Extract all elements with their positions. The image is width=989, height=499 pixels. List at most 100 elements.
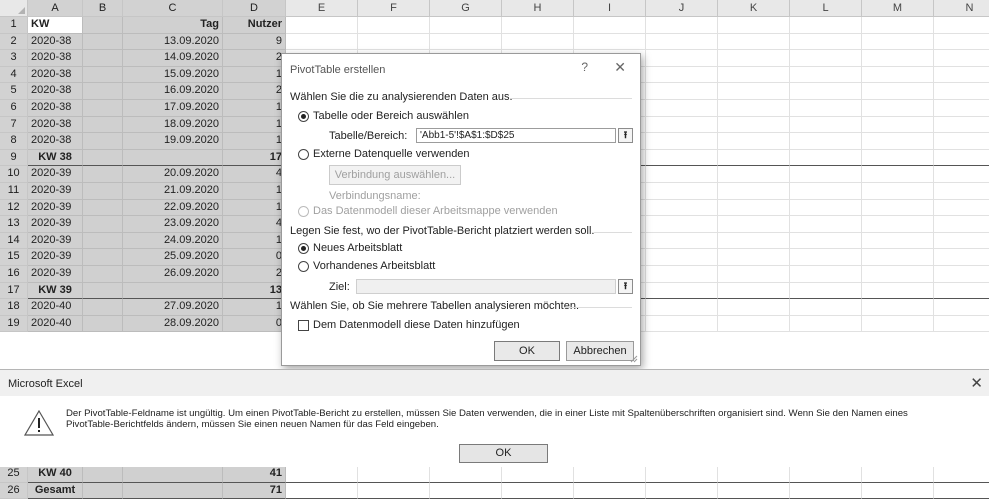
cell-c16[interactable]: 26.09.2020 [123,266,223,283]
cell-a9[interactable]: KW 38 [28,150,83,167]
cell-e2[interactable] [286,34,358,51]
cell-b3[interactable] [83,50,123,67]
cell-n5[interactable] [934,83,989,100]
cell-i1[interactable] [574,17,646,34]
cell-j17[interactable] [646,283,718,300]
cell-k26[interactable] [718,483,790,499]
cell-m6[interactable] [862,100,934,117]
cell-c26[interactable] [123,483,223,499]
cell-a12[interactable]: 2020-39 [28,200,83,217]
column-header-i[interactable]: I [574,0,646,17]
cell-n15[interactable] [934,249,989,266]
cell-c11[interactable]: 21.09.2020 [123,183,223,200]
cell-b10[interactable] [83,166,123,183]
cell-d2[interactable]: 9 [223,34,286,51]
cell-m2[interactable] [862,34,934,51]
row-header-1[interactable]: 1 [0,17,28,34]
cell-c19[interactable]: 28.09.2020 [123,316,223,333]
close-icon[interactable]: ✕ [614,59,626,76]
radio-table-range[interactable] [298,111,309,122]
row-header-19[interactable]: 19 [0,316,28,333]
cell-l9[interactable] [790,150,862,167]
cell-b7[interactable] [83,117,123,134]
cell-m4[interactable] [862,67,934,84]
cell-m14[interactable] [862,233,934,250]
row-header-3[interactable]: 3 [0,50,28,67]
cell-j11[interactable] [646,183,718,200]
cell-j9[interactable] [646,150,718,167]
cell-b2[interactable] [83,34,123,51]
cell-l8[interactable] [790,133,862,150]
row-header-4[interactable]: 4 [0,67,28,84]
radio-new-worksheet-label[interactable]: Neues Arbeitsblatt [313,242,402,254]
cell-m26[interactable] [862,483,934,499]
cell-n8[interactable] [934,133,989,150]
cell-g1[interactable] [430,17,502,34]
cell-n6[interactable] [934,100,989,117]
cell-k6[interactable] [718,100,790,117]
row-header-12[interactable]: 12 [0,200,28,217]
cell-a1[interactable]: KW [28,17,83,34]
cell-c15[interactable]: 25.09.2020 [123,249,223,266]
cell-j2[interactable] [646,34,718,51]
cell-a13[interactable]: 2020-39 [28,216,83,233]
cell-a3[interactable]: 2020-38 [28,50,83,67]
cell-m11[interactable] [862,183,934,200]
cell-e26[interactable] [286,483,358,499]
cell-f2[interactable] [358,34,430,51]
target-picker-icon[interactable]: ⭱ [618,279,633,294]
cell-d16[interactable]: 2 [223,266,286,283]
cell-k17[interactable] [718,283,790,300]
cell-a8[interactable]: 2020-38 [28,133,83,150]
cell-g25[interactable] [430,466,502,483]
choose-connection-button[interactable]: Verbindung auswählen... [329,165,461,185]
cell-l2[interactable] [790,34,862,51]
cell-l15[interactable] [790,249,862,266]
cell-m18[interactable] [862,299,934,316]
cell-k3[interactable] [718,50,790,67]
cell-n3[interactable] [934,50,989,67]
cell-d10[interactable]: 4 [223,166,286,183]
cell-b19[interactable] [83,316,123,333]
cell-c1[interactable]: Tag [123,17,223,34]
cell-d1[interactable]: Nutzer [223,17,286,34]
cell-k10[interactable] [718,166,790,183]
radio-table-range-label[interactable]: Tabelle oder Bereich auswählen [313,110,469,122]
column-header-m[interactable]: M [862,0,934,17]
cell-j13[interactable] [646,216,718,233]
cell-l4[interactable] [790,67,862,84]
cell-m17[interactable] [862,283,934,300]
radio-data-model[interactable] [298,206,309,217]
cell-n16[interactable] [934,266,989,283]
close-icon[interactable]: ✕ [970,374,983,392]
cell-n11[interactable] [934,183,989,200]
cell-l12[interactable] [790,200,862,217]
cell-b25[interactable] [83,466,123,483]
cell-n12[interactable] [934,200,989,217]
radio-external-source[interactable] [298,149,309,160]
cell-m19[interactable] [862,316,934,333]
checkbox-add-to-data-model[interactable] [298,320,309,331]
cell-l10[interactable] [790,166,862,183]
cell-n4[interactable] [934,67,989,84]
cell-m16[interactable] [862,266,934,283]
row-header-17[interactable]: 17 [0,283,28,300]
resize-grip-icon[interactable] [630,355,638,363]
ok-button[interactable]: OK [459,444,548,463]
cell-k18[interactable] [718,299,790,316]
cell-h25[interactable] [502,466,574,483]
cell-n19[interactable] [934,316,989,333]
checkbox-add-to-data-model-label[interactable]: Dem Datenmodell diese Daten hinzufügen [313,319,520,331]
cell-l19[interactable] [790,316,862,333]
cell-j7[interactable] [646,117,718,134]
cell-d13[interactable]: 4 [223,216,286,233]
cell-c5[interactable]: 16.09.2020 [123,83,223,100]
cell-c18[interactable]: 27.09.2020 [123,299,223,316]
cell-k12[interactable] [718,200,790,217]
column-header-c[interactable]: C [123,0,223,17]
cell-b5[interactable] [83,83,123,100]
cell-k14[interactable] [718,233,790,250]
cell-c2[interactable]: 13.09.2020 [123,34,223,51]
row-header-15[interactable]: 15 [0,249,28,266]
cell-c13[interactable]: 23.09.2020 [123,216,223,233]
